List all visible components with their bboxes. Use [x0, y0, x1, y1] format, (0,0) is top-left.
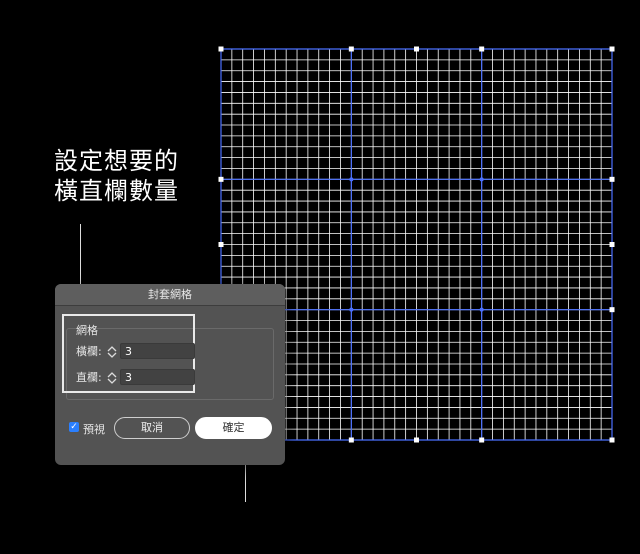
mesh-node[interactable]	[479, 177, 484, 182]
mesh-anchor-point[interactable]	[479, 437, 485, 443]
annotation-line-2: 橫直欄數量	[54, 177, 179, 205]
mesh-node[interactable]	[479, 307, 484, 312]
cols-stepper-icon[interactable]	[106, 371, 118, 385]
mesh-anchor-point[interactable]	[414, 437, 419, 443]
mesh-node[interactable]	[349, 307, 354, 312]
annotation-text: 設定想要的 橫直欄數量	[54, 146, 179, 206]
mesh-anchor-point[interactable]	[218, 176, 224, 182]
dialog-title: 封套網格	[55, 284, 285, 306]
ok-button[interactable]: 確定	[195, 417, 272, 439]
envelope-mesh-dialog: 封套網格 網格 橫欄: 3 直欄: 3 ✓ 預視 取消 確定	[55, 284, 285, 465]
mesh-anchor-point[interactable]	[609, 176, 615, 182]
preview-checkbox[interactable]: ✓	[69, 422, 79, 432]
mesh-anchor-point[interactable]	[348, 46, 354, 52]
annotation-line-1: 設定想要的	[54, 147, 179, 175]
mesh-anchor-point[interactable]	[218, 242, 224, 247]
mesh-anchor-point[interactable]	[609, 307, 615, 313]
mesh-node[interactable]	[349, 177, 354, 182]
mesh-anchor-point[interactable]	[348, 437, 354, 443]
mesh-anchor-point[interactable]	[218, 46, 224, 52]
rows-input[interactable]: 3	[120, 343, 195, 359]
rows-setting: 橫欄: 3	[76, 343, 206, 361]
mesh-anchor-point[interactable]	[609, 46, 615, 52]
rows-stepper-icon[interactable]	[106, 345, 118, 359]
mesh-anchor-point[interactable]	[609, 437, 615, 443]
cols-input[interactable]: 3	[120, 369, 195, 385]
cancel-button[interactable]: 取消	[114, 417, 190, 439]
mesh-anchor-point[interactable]	[609, 242, 615, 247]
mesh-anchor-point[interactable]	[414, 46, 419, 52]
rows-label: 橫欄:	[76, 345, 102, 358]
mesh-anchor-point[interactable]	[479, 46, 485, 52]
envelope-grid-canvas	[218, 46, 615, 443]
cols-setting: 直欄: 3	[76, 369, 206, 387]
preview-label: 預視	[83, 423, 105, 436]
cols-label: 直欄:	[76, 371, 102, 384]
